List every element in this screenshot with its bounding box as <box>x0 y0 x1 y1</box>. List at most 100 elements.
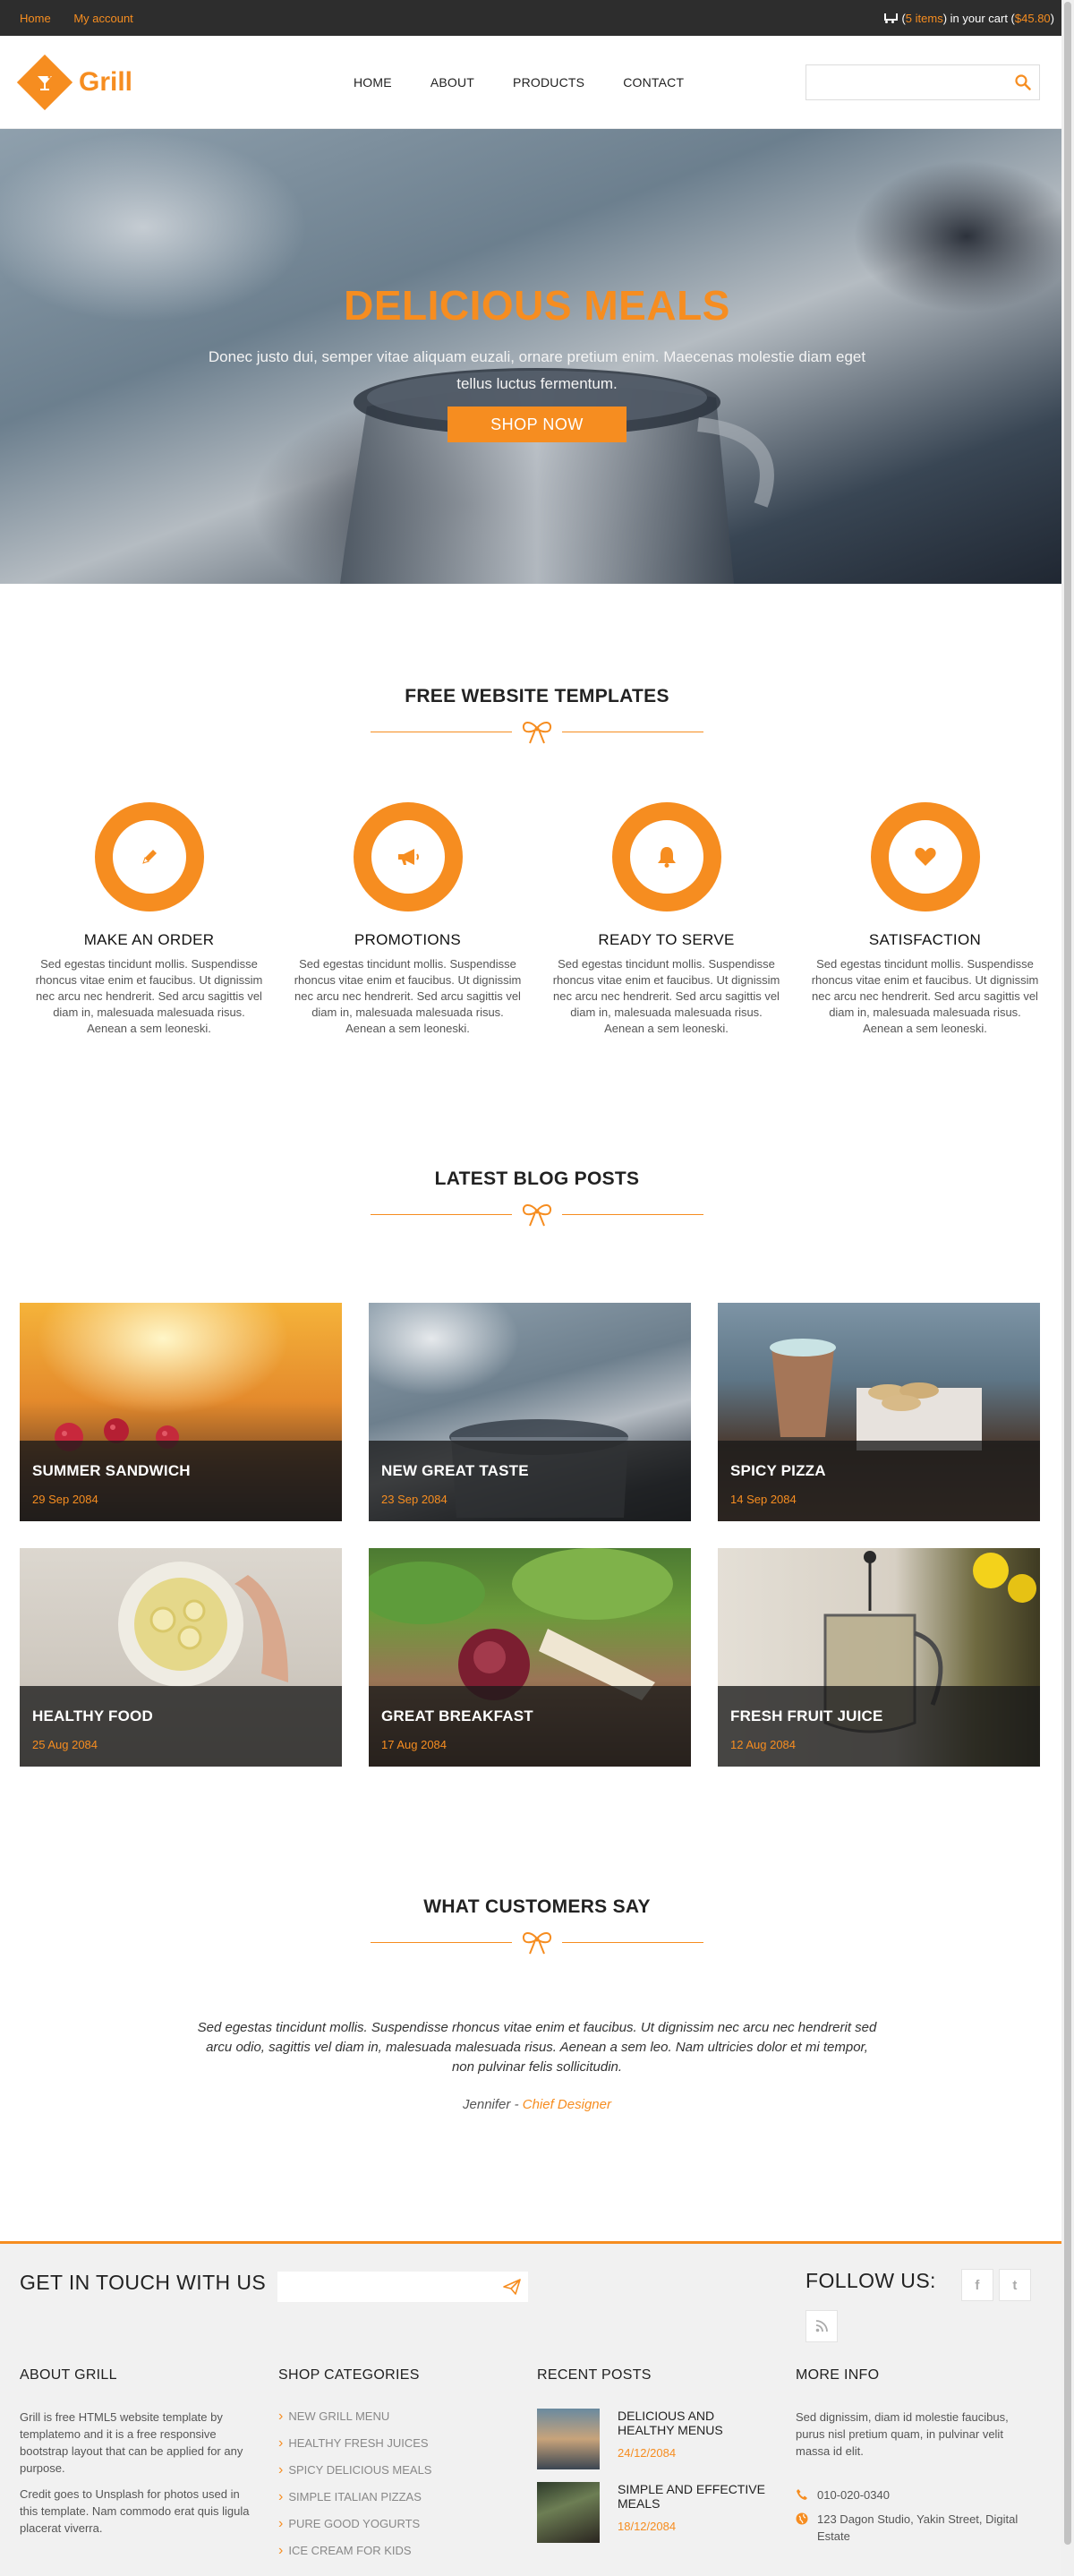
cart-summary[interactable]: (5 items) in your cart ($45.80) <box>883 12 1054 25</box>
about-column: ABOUT GRILL Grill is free HTML5 website … <box>20 2367 278 2570</box>
blog-title: SUMMER SANDWICH <box>32 1462 191 1479</box>
cart-middle: ) in your cart ( <box>942 11 1015 25</box>
cocktail-icon <box>16 54 73 110</box>
blog-date: 17 Aug 2084 <box>381 1738 448 1751</box>
blog-card[interactable]: FRESH FRUIT JUICE 12 Aug 2084 <box>718 1548 1040 1767</box>
recent-post-date: 18/12/2084 <box>618 2520 677 2533</box>
feature-title: READY TO SERVE <box>598 931 735 948</box>
search-box <box>806 64 1040 100</box>
search-input[interactable] <box>806 65 1003 99</box>
top-links: Home My account <box>20 12 153 25</box>
globe-icon <box>796 2512 808 2525</box>
category-link[interactable]: PURE GOOD YOGURTS <box>278 2516 512 2532</box>
main-nav: HOME ABOUT PRODUCTS CONTACT <box>354 75 722 90</box>
footer-columns: ABOUT GRILL Grill is free HTML5 website … <box>0 2367 1074 2570</box>
blog-title: NEW GREAT TASTE <box>381 1462 529 1479</box>
follow-title: FOLLOW US: <box>806 2269 936 2292</box>
rss-icon[interactable] <box>806 2310 838 2342</box>
features-section-title: FREE WEBSITE TEMPLATES <box>405 686 669 706</box>
cart-items-count: 5 items <box>905 11 943 25</box>
bullhorn-icon <box>353 802 463 911</box>
feature-item: READY TO SERVE Sed egestas tincidunt mol… <box>537 802 796 1037</box>
shop-now-button[interactable]: SHOP NOW <box>448 407 626 442</box>
blog-title: GREAT BREAKFAST <box>381 1707 533 1724</box>
blog-card[interactable]: SUMMER SANDWICH 29 Sep 2084 <box>20 1303 342 1521</box>
feature-text: Sed egestas tincidunt mollis. Suspendiss… <box>294 957 522 1035</box>
feature-text: Sed egestas tincidunt mollis. Suspendiss… <box>811 957 1039 1035</box>
cart-total: $45.80 <box>1014 11 1051 25</box>
nav-home[interactable]: HOME <box>354 75 392 90</box>
recent-title: RECENT POSTS <box>537 2367 652 2383</box>
blog-card[interactable]: NEW GREAT TASTE 23 Sep 2084 <box>369 1303 691 1521</box>
hero-title: DELICIOUS MEALS <box>344 282 730 329</box>
bow-icon <box>522 1932 552 1955</box>
top-bar: Home My account (5 items) in your cart (… <box>0 0 1074 36</box>
category-link[interactable]: SPICY DELICIOUS MEALS <box>278 2462 512 2478</box>
category-list: NEW GRILL MENU HEALTHY FRESH JUICES SPIC… <box>278 2409 512 2559</box>
nav-about[interactable]: ABOUT <box>430 75 474 90</box>
follow-us: FOLLOW US: f t <box>806 2269 1040 2342</box>
my-account-link[interactable]: My account <box>73 12 132 25</box>
recent-post-title: DELICIOUS AND HEALTHY MENUS <box>618 2409 723 2437</box>
info-title: MORE INFO <box>796 2367 880 2383</box>
ribbon-divider <box>371 1197 703 1233</box>
phone-icon <box>797 2489 807 2500</box>
phone-row: 010-020-0340 <box>796 2486 1029 2503</box>
feature-text: Sed egestas tincidunt mollis. Suspendiss… <box>35 957 263 1035</box>
scrollbar-thumb[interactable] <box>1064 2 1071 2545</box>
hero-text: Donec justo dui, semper vitae aliquam eu… <box>208 348 866 392</box>
logo[interactable]: Grill <box>16 54 133 110</box>
category-link[interactable]: ICE CREAM FOR KIDS <box>278 2543 512 2559</box>
ribbon-divider <box>371 715 703 750</box>
blog-title: FRESH FRUIT JUICE <box>730 1707 883 1724</box>
info-text: Sed dignissim, diam id molestie faucibus… <box>796 2410 1009 2458</box>
bow-icon <box>522 722 552 744</box>
newsletter-form <box>277 2272 528 2302</box>
feature-item: MAKE AN ORDER Sed egestas tincidunt moll… <box>20 802 278 1037</box>
feature-title: PROMOTIONS <box>354 931 462 948</box>
nav-contact[interactable]: CONTACT <box>623 75 684 90</box>
address-row: 123 Dagon Studio, Yakin Street, Digital … <box>796 2511 1029 2545</box>
blog-date: 12 Aug 2084 <box>730 1738 797 1751</box>
recent-post[interactable]: SIMPLE AND EFFECTIVE MEALS 18/12/2084 <box>537 2482 771 2543</box>
category-link[interactable]: SIMPLE ITALIAN PIZZAS <box>278 2489 512 2505</box>
search-icon[interactable] <box>1014 73 1032 91</box>
facebook-icon[interactable]: f <box>960 2269 993 2301</box>
testimonial-section: WHAT CUSTOMERS SAY Sed egestas tincidunt… <box>0 1896 1074 2112</box>
send-icon[interactable] <box>503 2279 521 2299</box>
blog-card[interactable]: SPICY PIZZA 14 Sep 2084 <box>718 1303 1040 1521</box>
bell-icon <box>611 802 721 911</box>
cart-suffix: ) <box>1050 11 1054 25</box>
category-link[interactable]: NEW GRILL MENU <box>278 2409 512 2425</box>
nav-products[interactable]: PRODUCTS <box>513 75 584 90</box>
post-thumbnail <box>537 2482 600 2543</box>
feature-item: SATISFACTION Sed egestas tincidunt molli… <box>796 802 1054 1037</box>
author-role: Chief Designer <box>522 2097 611 2112</box>
blog-card[interactable]: HEALTHY FOOD 25 Aug 2084 <box>20 1548 342 1767</box>
page-scrollbar[interactable] <box>1061 0 1074 2576</box>
feature-title: MAKE AN ORDER <box>83 931 215 948</box>
testimonial-author: Jennifer - Chief Designer <box>0 2097 1074 2112</box>
category-link[interactable]: HEALTHY FRESH JUICES <box>278 2435 512 2452</box>
newsletter-input[interactable] <box>277 2272 492 2302</box>
feature-item: PROMOTIONS Sed egestas tincidunt mollis.… <box>278 802 537 1037</box>
contact-bar: GET IN TOUCH WITH US FOLLOW US: f t <box>0 2244 1074 2342</box>
categories-title: SHOP CATEGORIES <box>278 2367 420 2383</box>
recent-posts-column: RECENT POSTS DELICIOUS AND HEALTHY MENUS… <box>537 2367 796 2570</box>
address: 123 Dagon Studio, Yakin Street, Digital … <box>817 2512 1019 2543</box>
pencil-icon <box>94 802 204 911</box>
recent-post-date: 24/12/2084 <box>618 2446 677 2460</box>
blog-title: HEALTHY FOOD <box>32 1707 153 1724</box>
feature-text: Sed egestas tincidunt mollis. Suspendiss… <box>552 957 780 1035</box>
cart-icon <box>883 13 899 23</box>
twitter-icon[interactable]: t <box>998 2269 1031 2301</box>
logo-text: Grill <box>79 66 133 97</box>
about-title: ABOUT GRILL <box>20 2367 117 2383</box>
feature-title: SATISFACTION <box>868 931 982 948</box>
testimonial-quote: Sed egestas tincidunt mollis. Suspendiss… <box>197 2020 877 2075</box>
home-link[interactable]: Home <box>20 12 51 25</box>
recent-post[interactable]: DELICIOUS AND HEALTHY MENUS 24/12/2084 <box>537 2409 771 2469</box>
features-section: FREE WEBSITE TEMPLATES MAKE AN ORDER Sed… <box>0 686 1074 1037</box>
recent-post-title: SIMPLE AND EFFECTIVE MEALS <box>618 2482 765 2511</box>
blog-card[interactable]: GREAT BREAKFAST 17 Aug 2084 <box>369 1548 691 1767</box>
